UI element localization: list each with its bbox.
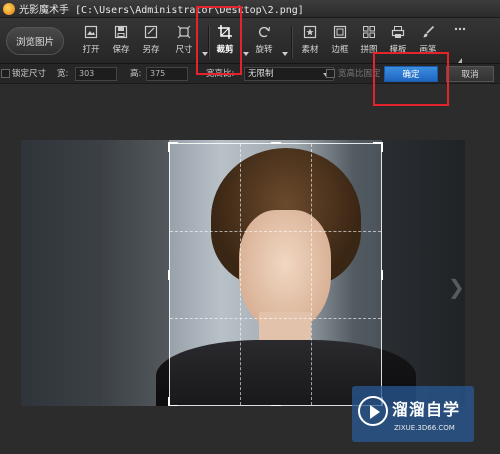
size-label: 尺寸 xyxy=(175,45,193,55)
save-as-button[interactable]: 另存 xyxy=(137,22,165,60)
photo xyxy=(21,140,465,406)
size-button[interactable]: 尺寸 xyxy=(170,22,198,60)
crop-handle-right[interactable] xyxy=(381,269,383,280)
expand-arrow-icon[interactable] xyxy=(458,58,462,63)
more-button[interactable] xyxy=(446,22,474,60)
lock-size-label: 锁定尺寸 xyxy=(12,69,47,79)
material-button[interactable]: 素材 xyxy=(296,22,324,60)
height-label: 高: xyxy=(130,69,142,79)
border-button[interactable]: 边框 xyxy=(326,22,354,60)
crop-handle-bottom[interactable] xyxy=(270,405,281,406)
grid-icon xyxy=(363,26,375,38)
material-label: 素材 xyxy=(301,45,319,55)
border-label: 边框 xyxy=(331,45,349,55)
rotate-icon xyxy=(258,26,271,38)
crop-mask-right xyxy=(382,140,465,406)
app-logo-icon xyxy=(3,2,15,15)
crop-dropdown-arrow-icon[interactable] xyxy=(243,52,249,56)
save-icon xyxy=(114,25,128,39)
width-label: 宽: xyxy=(57,69,69,79)
brush-icon xyxy=(423,25,435,38)
rotate-button[interactable]: 旋转 xyxy=(250,22,278,60)
rotate-dropdown-arrow-icon[interactable] xyxy=(282,52,288,56)
next-image-icon[interactable]: ❯ xyxy=(448,275,465,299)
save-label: 保存 xyxy=(112,45,130,55)
save-button[interactable]: 保存 xyxy=(107,22,135,60)
height-input[interactable]: 375 xyxy=(146,67,188,81)
crop-grid-line xyxy=(310,144,312,405)
crop-frame[interactable] xyxy=(168,142,383,406)
open-button[interactable]: 打开 xyxy=(77,22,105,60)
crop-handle-top-left[interactable] xyxy=(168,142,178,152)
resize-icon xyxy=(177,25,191,39)
lock-size-checkbox[interactable] xyxy=(1,69,10,78)
watermark-brand: 溜溜自学 xyxy=(392,400,461,419)
browse-images-button[interactable]: 浏览图片 xyxy=(6,27,64,55)
crop-tool-highlight xyxy=(196,6,242,75)
crop-grid-line xyxy=(240,144,242,405)
save-as-icon xyxy=(144,25,158,39)
confirm-button-highlight xyxy=(373,52,449,106)
crop-grid-line xyxy=(170,230,381,232)
crop-handle-bottom-left[interactable] xyxy=(168,397,178,406)
watermark-url: ZIXUE.3D66.COM xyxy=(394,424,455,432)
crop-grid-line xyxy=(170,317,381,319)
save-as-label: 另存 xyxy=(142,45,160,55)
play-logo-icon xyxy=(358,396,388,426)
watermark: 溜溜自学 ZIXUE.3D66.COM xyxy=(352,386,474,442)
crop-handle-top-right[interactable] xyxy=(373,142,383,152)
title-bar: 光影魔术手 [C:\Users\Administrator\Desktop\2.… xyxy=(0,0,500,18)
open-label: 打开 xyxy=(82,45,100,55)
crop-handle-left[interactable] xyxy=(168,269,170,280)
crop-mask-left xyxy=(21,140,169,406)
rotate-label: 旋转 xyxy=(255,45,273,55)
star-icon xyxy=(303,25,317,39)
crop-handle-top[interactable] xyxy=(270,142,281,144)
toolbar-divider xyxy=(291,26,292,58)
width-input[interactable]: 303 xyxy=(75,67,117,81)
ratio-select[interactable]: 无限制 xyxy=(244,67,334,81)
printer-icon xyxy=(391,26,405,38)
lock-ratio-checkbox[interactable] xyxy=(326,69,335,78)
more-icon xyxy=(454,27,466,31)
cancel-button[interactable]: 取消 xyxy=(446,66,494,82)
open-image-icon xyxy=(84,25,98,39)
frame-icon xyxy=(333,25,347,39)
window-title: 光影魔术手 [C:\Users\Administrator\Desktop\2.… xyxy=(19,5,304,16)
